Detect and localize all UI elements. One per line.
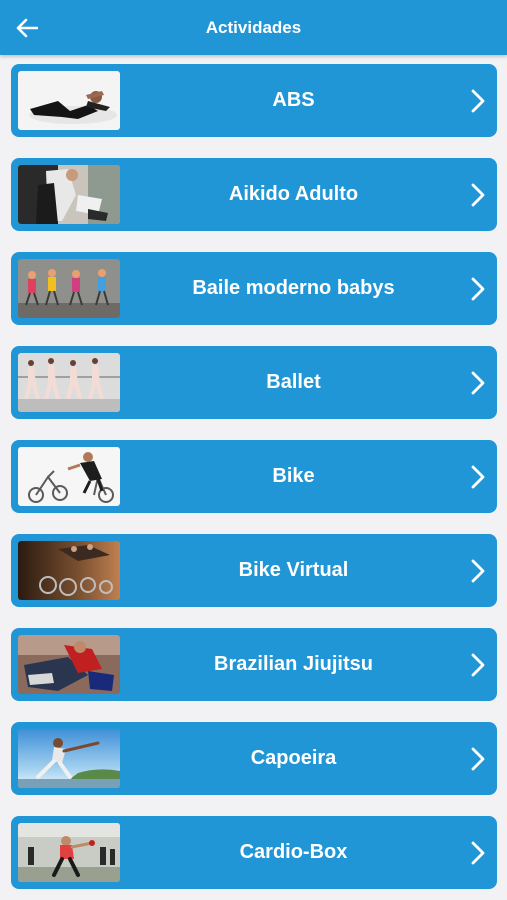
activity-item-bike[interactable]: Bike [11,440,497,513]
chevron-right-icon [471,183,485,207]
activity-thumbnail-jiujitsu [18,635,120,694]
activity-item-capoeira[interactable]: Capoeira [11,722,497,795]
chevron-right-icon [471,841,485,865]
activity-label: Capoeira [250,747,337,769]
activity-thumbnail-bike-virtual [18,541,120,600]
activity-label: Aikido Adulto [228,183,359,205]
chevron-right-icon [471,89,485,113]
activity-thumbnail-abs [18,71,120,130]
chevron-right-icon [471,277,485,301]
activity-item-brazilian-jiujitsu[interactable]: Brazilian Jiujitsu [11,628,497,701]
activity-label: Cardio-Box [239,841,348,863]
activity-item-ballet[interactable]: Ballet [11,346,497,419]
activity-item-aikido-adulto[interactable]: Aikido Adulto [11,158,497,231]
chevron-right-icon [471,465,485,489]
page-title: Actividades [205,18,302,37]
activity-thumbnail-bike [18,447,120,506]
activity-thumbnail-capoeira [18,729,120,788]
activity-label: Bike Virtual [238,559,349,581]
app-screen: Actividades ABS Aikido Adulto Baile mode… [0,0,507,900]
chevron-right-icon [471,559,485,583]
activity-thumbnail-baile [18,259,120,318]
activity-item-baile-moderno-babys[interactable]: Baile moderno babys [11,252,497,325]
activity-thumbnail-cardio-box [18,823,120,882]
activity-label: Ballet [266,371,321,393]
activity-label: ABS [272,89,315,111]
chevron-right-icon [471,747,485,771]
chevron-right-icon [471,653,485,677]
activity-label: Bike [272,465,315,487]
activity-label: Brazilian Jiujitsu [214,653,373,675]
activity-thumbnail-ballet [18,353,120,412]
activity-item-cardio-box[interactable]: Cardio-Box [11,816,497,889]
activity-label: Baile moderno babys [192,277,395,299]
activity-thumbnail-aikido [18,165,120,224]
top-app-bar: Actividades [0,0,507,55]
activity-item-bike-virtual[interactable]: Bike Virtual [11,534,497,607]
activity-item-abs[interactable]: ABS [11,64,497,137]
chevron-right-icon [471,371,485,395]
